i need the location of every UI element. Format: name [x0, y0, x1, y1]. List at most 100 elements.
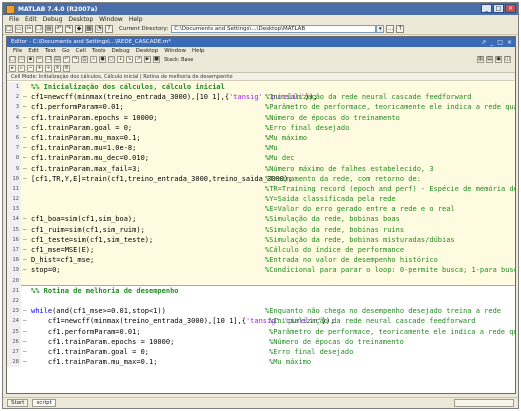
menu-help[interactable]: Help [129, 16, 143, 23]
chevron-down-icon[interactable]: ▾ [376, 25, 385, 33]
code-line[interactable]: 1 %% Inicialização dos cálculos, cálculo… [7, 82, 515, 93]
code-line[interactable]: 23– while(and(cf1_mse>=0.01,stop<1)) %En… [7, 306, 515, 317]
breakpoint-icon[interactable]: ● [99, 56, 106, 63]
main-menubar: File Edit Debug Desktop Window Help [3, 15, 518, 24]
editor-menu-help[interactable]: Help [192, 48, 205, 54]
code-line[interactable]: 15– cf1_ruim=sim(cf1,sim_ruim); %Simulaç… [7, 224, 515, 235]
code-line[interactable]: 19– stop=0; %Condicional para parar o lo… [7, 265, 515, 276]
menu-edit[interactable]: Edit [25, 16, 37, 23]
show-cell-titles-icon[interactable]: ≡ [63, 64, 70, 72]
editor-maximize-icon[interactable]: □ [497, 39, 503, 46]
code-line[interactable]: 12 %Y=Saída classificada pela rede [7, 194, 515, 205]
up-folder-icon[interactable]: ↑ [396, 25, 405, 33]
code-line[interactable]: 16– cf1_teste=sim(cf1,sim_teste); %Simul… [7, 234, 515, 245]
browse-folder-icon[interactable]: … [386, 25, 395, 33]
menu-desktop[interactable]: Desktop [68, 16, 93, 23]
close-button[interactable]: × [505, 4, 516, 13]
paste-icon[interactable]: ▤ [45, 25, 53, 33]
menu-window[interactable]: Window [99, 16, 123, 23]
copy-icon[interactable]: ❐ [35, 25, 43, 33]
code-line[interactable]: 7– cf1.trainParam.mu=1.0e-8; %Mu [7, 143, 515, 154]
code-line[interactable]: 17– cf1_mse=MSE(E); %Cálculo do índice d… [7, 245, 515, 256]
editor-menu-tools[interactable]: Tools [92, 48, 106, 54]
code-line[interactable]: 20 [7, 275, 515, 286]
editor-menu-go[interactable]: Go [62, 48, 70, 54]
plus-icon[interactable]: + [36, 64, 43, 72]
code-line[interactable]: 9– cf1.trainParam.max_fail=3; %Número má… [7, 163, 515, 174]
editor-menu-file[interactable]: File [13, 48, 22, 54]
tile-icon[interactable]: ▥ [477, 56, 484, 63]
minus-icon[interactable]: − [27, 64, 34, 72]
editor-undo-icon[interactable]: ↶ [63, 56, 70, 63]
dock-icon[interactable]: ▣ [495, 56, 502, 63]
code-line[interactable]: 25– cf1.performParam=0.01; %Parâmetro de… [7, 326, 515, 337]
editor-paste-icon[interactable]: ▤ [54, 56, 61, 63]
stack-selector[interactable]: Stack: Base [164, 57, 193, 63]
profiler-icon[interactable]: ◔ [95, 25, 103, 33]
code-line[interactable]: 10– [cf1,TR,Y,E]=train(cf1,treino_entrad… [7, 173, 515, 184]
editor-new-icon[interactable]: □ [9, 56, 16, 63]
eval-cell-icon[interactable]: ▸ [9, 64, 16, 72]
split-icon[interactable]: ▤ [486, 56, 493, 63]
maximize-button[interactable]: □ [493, 4, 504, 13]
code-line[interactable]: 13 %E=Valor do erro gerado entre a rede … [7, 204, 515, 215]
print-icon[interactable]: ⎙ [81, 56, 88, 63]
editor-open-icon[interactable]: ▭ [18, 56, 25, 63]
file-tab[interactable]: script [32, 399, 56, 407]
editor-redo-icon[interactable]: ↷ [72, 56, 79, 63]
editor-cut-icon[interactable]: ✂ [36, 56, 43, 63]
help-icon[interactable]: ? [105, 25, 113, 33]
code-line[interactable]: 26– cf1.trainParam.epochs = 10000; %Núme… [7, 336, 515, 347]
exit-debug-icon[interactable]: ■ [153, 56, 160, 63]
code-line[interactable]: 18– D_hist=cf1_mse; %Entrada no valor de… [7, 255, 515, 266]
code-line[interactable]: 14– cf1_boa=sim(cf1,sim_boa); %Simulação… [7, 214, 515, 225]
undock-icon[interactable]: ↗ [481, 39, 486, 46]
find-icon[interactable]: ⌕ [90, 56, 97, 63]
code-line[interactable]: 8– cf1.trainParam.mu_dec=0.010; %Mu dec [7, 153, 515, 164]
eval-advance-icon[interactable]: ▹ [18, 64, 25, 72]
divide-icon[interactable]: ÷ [45, 64, 52, 72]
editor-menu-edit[interactable]: Edit [28, 48, 39, 54]
float-icon[interactable]: ◫ [504, 56, 511, 63]
simulink-icon[interactable]: ◆ [75, 25, 83, 33]
code-line[interactable]: 28– cf1.trainParam.mu_max=0.1; %Mu máxim… [7, 357, 515, 368]
continue-icon[interactable]: ▶ [144, 56, 151, 63]
start-button[interactable]: Start [7, 399, 29, 407]
menu-debug[interactable]: Debug [43, 16, 63, 23]
editor-menu-debug[interactable]: Debug [111, 48, 129, 54]
editor-menu-window[interactable]: Window [164, 48, 186, 54]
cut-icon[interactable]: ✂ [25, 25, 33, 33]
editor-menu-desktop[interactable]: Desktop [136, 48, 159, 54]
open-folder-icon[interactable]: ▭ [15, 25, 23, 33]
code-line[interactable]: 21 %% Rotina de melhoria de desempenho [7, 285, 515, 296]
step-out-icon[interactable]: ↗ [135, 56, 142, 63]
code-line[interactable]: 5– cf1.trainParam.goal = 0; %Erro final … [7, 122, 515, 133]
new-file-icon[interactable]: □ [5, 25, 13, 33]
editor-menu-cell[interactable]: Cell [76, 48, 86, 54]
step-icon[interactable]: ↓ [117, 56, 124, 63]
editor-copy-icon[interactable]: ❐ [45, 56, 52, 63]
code-line[interactable]: 2– cf1=newcff(minmax(treino_entrada_3000… [7, 92, 515, 103]
step-in-icon[interactable]: ↘ [126, 56, 133, 63]
code-line[interactable]: 11 %TR=Training record (epoch and perf) … [7, 183, 515, 195]
editor-menu-text[interactable]: Text [45, 48, 56, 54]
code-line[interactable]: 4– cf1.trainParam.epochs = 10000; %Númer… [7, 112, 515, 123]
clear-breakpoints-icon[interactable]: ○ [108, 56, 115, 63]
editor-save-icon[interactable]: ▪ [27, 56, 34, 63]
editor-minimize-icon[interactable]: _ [490, 39, 493, 46]
current-directory-input[interactable]: C:\Documents and Settings\...\Desktop\MA… [171, 25, 377, 33]
code-comment: %Parâmetro de performace, teoricamente e… [265, 103, 515, 112]
undo-icon[interactable]: ↶ [55, 25, 63, 33]
multiply-icon[interactable]: × [54, 64, 61, 72]
minimize-button[interactable]: _ [481, 4, 492, 13]
code-line[interactable]: 6– cf1.trainParam.mu_max=0.1; %Mu máximo [7, 132, 515, 144]
redo-icon[interactable]: ↷ [65, 25, 73, 33]
code-line[interactable]: 27– cf1.trainParam.goal = 0; %Erro final… [7, 346, 515, 358]
menu-file[interactable]: File [9, 16, 19, 23]
code-area[interactable]: 1 %% Inicialização dos cálculos, cálculo… [7, 82, 515, 387]
guide-icon[interactable]: ▦ [85, 25, 93, 33]
editor-close-icon[interactable]: × [507, 39, 512, 46]
code-line[interactable]: 24– cf1=newcff(minmax(treino_entrada_300… [7, 316, 515, 327]
code-line[interactable]: 22 [7, 295, 515, 307]
code-line[interactable]: 3– cf1.performParam=0.01; %Parâmetro de … [7, 102, 515, 113]
